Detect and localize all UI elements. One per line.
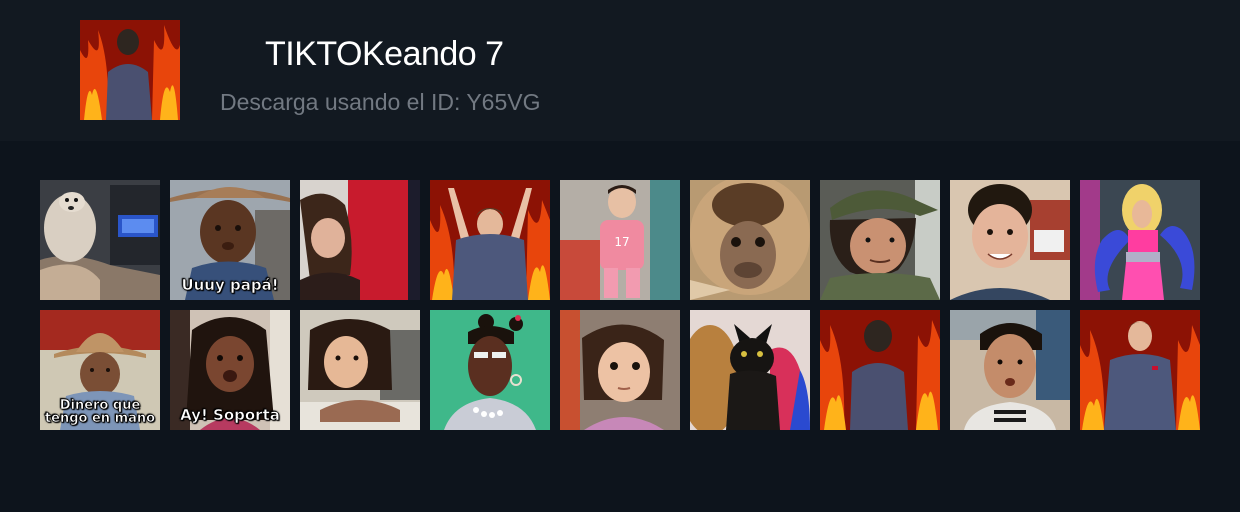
sticker-boy-cowboy-hat[interactable]: Uuuy papá! [170, 180, 290, 300]
sticker-man-fire-sweater[interactable] [1080, 310, 1200, 430]
sticker-girl-dancing[interactable] [300, 180, 420, 300]
sticker-caption: Ay! Soporta [180, 406, 280, 425]
svg-text:17: 17 [614, 235, 629, 249]
sticker-cats[interactable] [690, 310, 810, 430]
sticker-boy-hat-sign[interactable]: Dinero que tengo en mano [40, 310, 160, 430]
pack-download-id: Descarga usando el ID: Y65VG [220, 89, 541, 115]
pack-cover-image [80, 20, 180, 120]
sticker-caption: Dinero que tengo en mano [44, 397, 156, 427]
sticker-monkey[interactable] [690, 180, 810, 300]
sticker-boy-cap[interactable] [820, 180, 940, 300]
sticker-dancer-pink[interactable] [1080, 180, 1200, 300]
sticker-man-back-fire[interactable] [820, 310, 940, 430]
sticker-dog[interactable] [40, 180, 160, 300]
sticker-boy-selfie[interactable] [950, 310, 1070, 430]
pack-title: TIKTOKeando 7 [265, 35, 504, 73]
sticker-man-arms-up-fire[interactable] [430, 180, 550, 300]
sticker-toddler-pink[interactable]: 17 [560, 180, 680, 300]
sticker-boy-smiling[interactable] [950, 180, 1070, 300]
sticker-girl-table[interactable] [300, 310, 420, 430]
sticker-girl-pink-sweater[interactable] [560, 310, 680, 430]
pack-header: TIKTOKeando 7 Descarga usando el ID: Y65… [0, 0, 1240, 141]
sticker-caption: Uuuy papá! [181, 276, 279, 295]
sticker-grid: Uuuy papá! 17 Dinero que tengo en mano A… [40, 180, 1200, 430]
sticker-girl-braids[interactable]: Ay! Soporta [170, 310, 290, 430]
sticker-person-green-bg[interactable] [430, 310, 550, 430]
